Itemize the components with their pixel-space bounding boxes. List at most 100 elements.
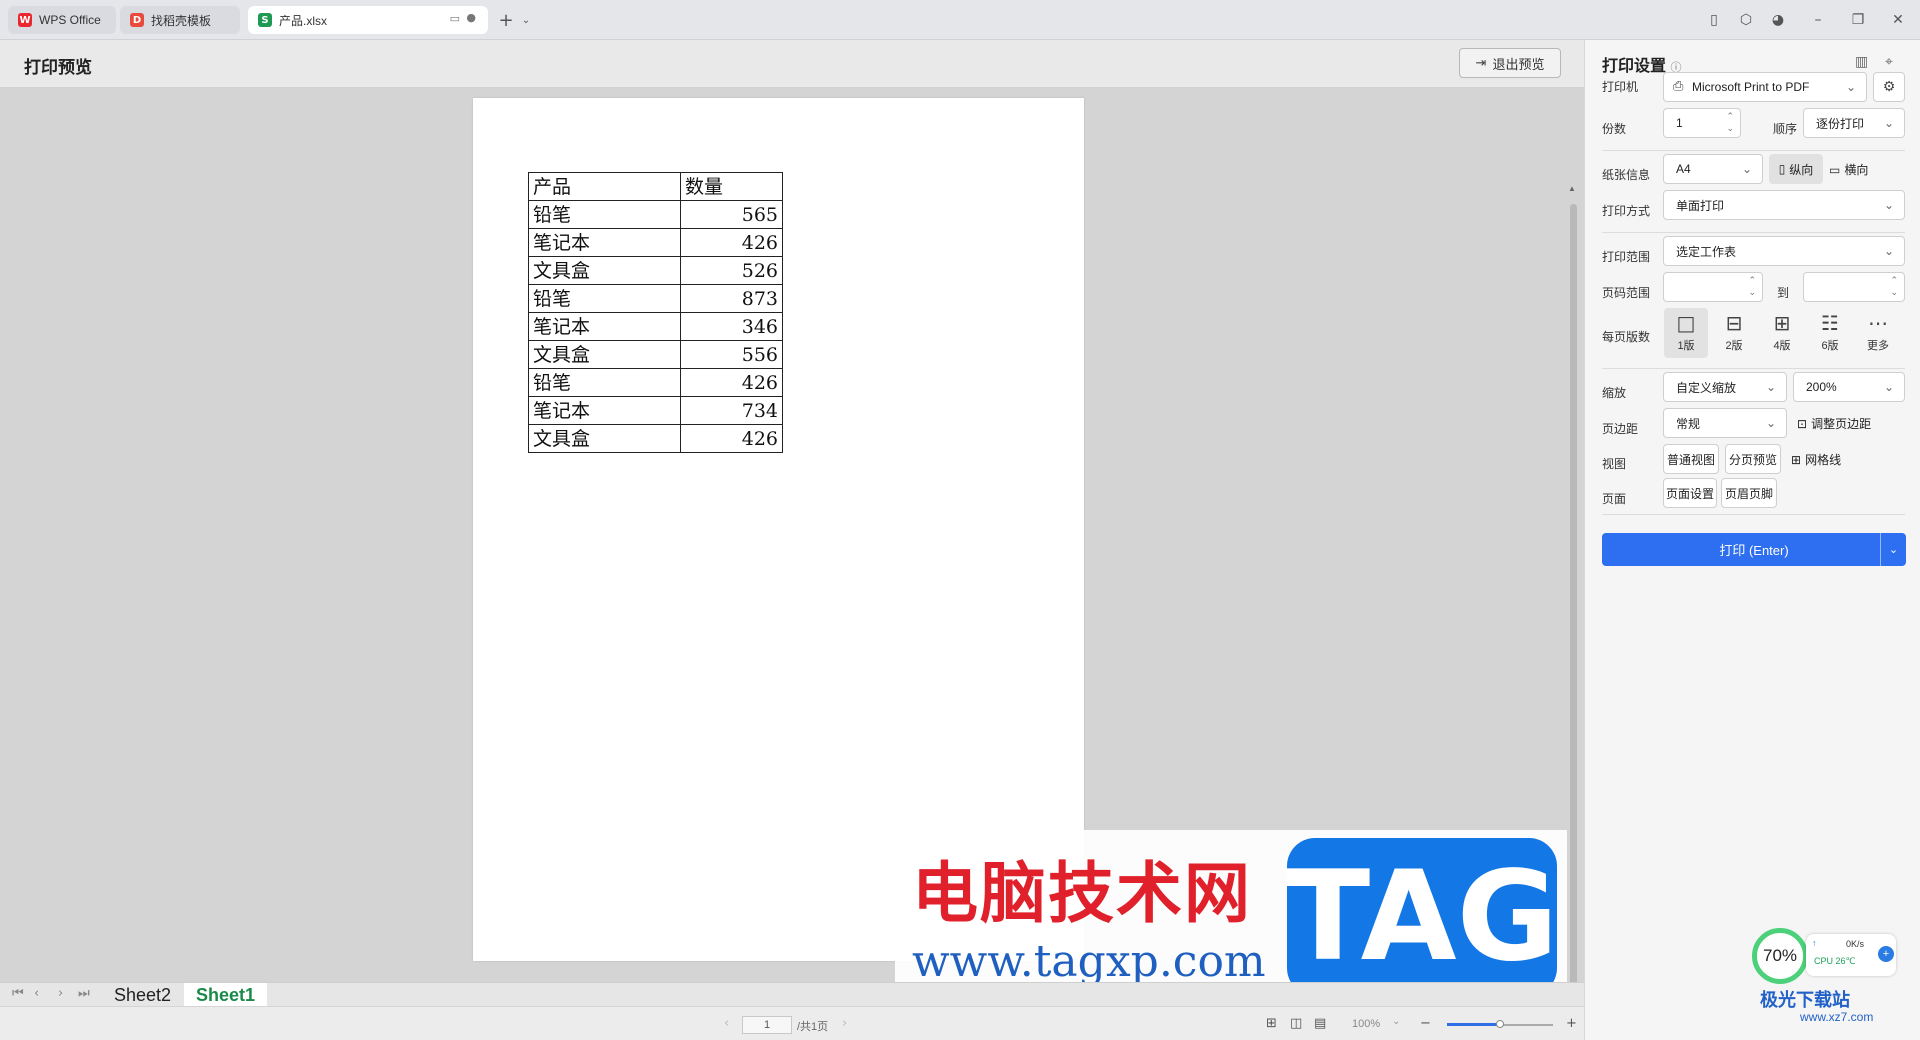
layout-toggle-icon[interactable]: ▥ [1855,54,1868,70]
prev-page-icon[interactable]: ‹ [724,1016,729,1031]
stepper-arrows-icon[interactable]: ⌃ ⌄ [1726,111,1734,135]
order-select[interactable]: 逐份打印 ⌄ [1803,108,1905,138]
next-page-icon[interactable]: › [842,1016,847,1031]
scrollbar-thumb[interactable] [1570,204,1577,1040]
print-button[interactable]: 打印 (Enter) ⌄ [1602,533,1906,566]
margin-select[interactable]: 常规 ⌄ [1663,408,1787,438]
landscape-button[interactable]: ▭ 横向 [1829,161,1868,178]
page-to-input[interactable]: ⌃ ⌄ [1803,272,1905,302]
stepper-arrows-icon[interactable]: ⌃ ⌄ [1748,275,1756,299]
first-sheet-icon[interactable]: ⏮ [12,986,24,1001]
quantity-cell: 734 [680,396,783,425]
layout-4-up[interactable]: ⊞ 4版 [1760,308,1804,358]
table-row: 文具盒 426 [528,424,783,453]
layout-1-up[interactable]: □ 1版 [1664,308,1708,358]
tab-label: WPS Office [39,13,101,27]
zoom-level[interactable]: 100% [1352,1018,1380,1030]
tab-wps-office[interactable]: W WPS Office [8,6,116,34]
table-row: 铅笔 873 [528,284,783,313]
print-range-select[interactable]: 选定工作表 ⌄ [1663,236,1905,266]
gridlines-label: 网格线 [1805,453,1842,467]
quantity-cell: 565 [680,200,783,229]
vertical-scrollbar[interactable]: ▲ ▼ [1566,184,1580,1040]
chevron-down-icon: ⌄ [1883,244,1894,258]
scale-percent-value: 200% [1806,380,1837,394]
layout-label: 更多 [1867,340,1889,352]
layout-2-up[interactable]: ⊟ 2版 [1712,308,1756,358]
corner-logo: 极光下载站 [1760,990,1850,1010]
tab-product-xlsx[interactable]: S 产品.xlsx ▭ ● [248,6,488,34]
new-tab-icon[interactable]: + [496,10,516,31]
table-row: 文具盒 526 [528,256,783,285]
scale-percent-select[interactable]: 200% ⌄ [1793,372,1905,402]
zoom-in-icon[interactable]: + [1566,1016,1577,1031]
sheet-tab-sheet1[interactable]: Sheet1 [184,983,268,1007]
plus-icon[interactable]: + [1878,946,1894,962]
performance-widget[interactable]: 70% ↑ 0K/s CPU 26℃ + [1752,928,1900,984]
normal-view-icon[interactable]: ⊞ [1266,1016,1277,1031]
minimize-icon[interactable]: – [1808,10,1828,30]
sidebar-toggle-icon[interactable]: ▯ [1704,10,1724,30]
memory-gauge[interactable]: 70% [1752,928,1808,984]
avatar[interactable]: ◕ [1768,10,1788,30]
gridlines-toggle[interactable]: ⊞ 网格线 [1791,451,1841,468]
adjust-margins-button[interactable]: ⊡ 调整页边距 [1797,415,1871,432]
printer-select[interactable]: ⎙ Microsoft Print to PDF ⌄ [1663,72,1867,102]
landscape-icon: ▭ [1829,162,1841,177]
unsaved-dot-icon[interactable]: ● [466,11,476,24]
close-icon[interactable]: ✕ [1888,10,1908,30]
portrait-icon: ▯ [1778,162,1786,176]
printer-value: Microsoft Print to PDF [1692,80,1810,94]
chevron-down-icon: ⌄ [1765,380,1776,394]
pin-icon[interactable]: ⌖ [1885,54,1893,70]
next-sheet-icon[interactable]: › [58,986,63,1001]
table-row: 铅笔 426 [528,368,783,397]
table-row: 铅笔 565 [528,200,783,229]
tab-docer-templates[interactable]: D 找稻壳模板 [120,6,240,34]
print-mode-select[interactable]: 单面打印 ⌄ [1663,190,1905,220]
page-break-icon[interactable]: ▤ [1314,1016,1326,1031]
restore-icon[interactable]: ❐ [1848,10,1868,30]
header-footer-button[interactable]: 页眉页脚 [1721,478,1777,508]
divider [1602,368,1905,369]
page-label: 页面 [1602,492,1627,506]
tab-label: 找稻壳模板 [151,13,212,28]
scale-select[interactable]: 自定义缩放 ⌄ [1663,372,1787,402]
sheet-tab-sheet2[interactable]: Sheet2 [102,983,183,1007]
preview-header: 打印预览 ⇥ 退出预览 [0,40,1584,88]
page-number-input[interactable]: 1 [742,1016,792,1034]
wps-logo-icon: W [18,13,32,27]
printer-settings-button[interactable]: ⚙ [1873,72,1905,102]
paper-size-select[interactable]: A4 ⌄ [1663,154,1763,184]
copies-stepper[interactable]: 1 ⌃ ⌄ [1663,108,1741,138]
cpu-temp: CPU 26℃ [1814,956,1856,966]
page-break-preview-button[interactable]: 分页预览 [1725,444,1781,474]
cube-icon[interactable]: ⬡ [1736,10,1756,30]
tab-bar: W WPS Office D 找稻壳模板 S 产品.xlsx ▭ ● + ⌄ ▯… [0,0,1920,40]
stepper-arrows-icon[interactable]: ⌃ ⌄ [1890,275,1898,299]
portrait-button[interactable]: ▯ 纵向 [1769,154,1823,184]
page-layout-icon[interactable]: ◫ [1290,1016,1302,1031]
exit-preview-button[interactable]: ⇥ 退出预览 [1459,48,1561,78]
portrait-label: 纵向 [1789,162,1814,177]
prev-sheet-icon[interactable]: ‹ [34,986,39,1001]
scroll-up-icon[interactable]: ▲ [1568,184,1576,193]
table-header-row: 产品 数量 [528,172,783,201]
zoom-dropdown-icon[interactable]: ⌄ [1392,1016,1400,1027]
divider [1602,232,1905,233]
zoom-out-icon[interactable]: − [1420,1016,1431,1031]
print-settings-panel: 打印设置 ⓘ ▥ ⌖ 打印机 ⎙ Microsoft Print to PDF … [1584,40,1920,1040]
chevron-down-icon: ⌄ [1883,198,1894,212]
quantity-cell: 556 [680,340,783,369]
layout-more[interactable]: ⋯ 更多 [1856,308,1900,358]
normal-view-button[interactable]: 普通视图 [1663,444,1719,474]
page-setup-button[interactable]: 页面设置 [1663,478,1717,508]
zoom-slider-knob[interactable] [1496,1020,1504,1028]
status-bar: ‹ 1 /共1页 › ⊞ ◫ ▤ 100% ⌄ − + [0,1006,1584,1040]
chevron-down-icon[interactable]: ⌄ [516,10,536,30]
chevron-down-icon[interactable]: ⌄ [1880,533,1906,566]
last-sheet-icon[interactable]: ⏭ [78,986,90,1001]
monitor-icon[interactable]: ▭ [450,12,460,25]
layout-6-up[interactable]: ☷ 6版 [1808,308,1852,358]
page-from-input[interactable]: ⌃ ⌄ [1663,272,1763,302]
